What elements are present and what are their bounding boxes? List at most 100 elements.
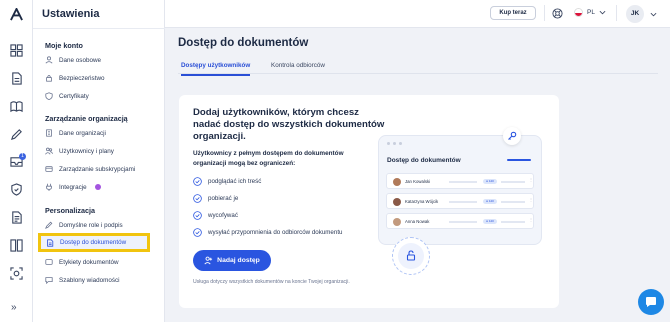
lock-icon — [46, 75, 52, 82]
feature-item: podglądać ich treść — [193, 177, 261, 186]
layout-icon[interactable] — [10, 239, 23, 252]
app-logo-icon[interactable] — [10, 8, 23, 21]
expand-chevrons-icon[interactable]: » — [11, 302, 17, 313]
sidebar-item-label: Certyfikaty — [59, 92, 89, 100]
notification-badge: 1 — [19, 153, 26, 160]
illustration-row: Katarzyna Wójcik ● 120 ⋮ — [386, 193, 534, 209]
sidebar-item-label: Szablony wiadomości — [59, 276, 120, 284]
more-icon: ⋮ — [529, 177, 533, 182]
divider — [33, 28, 165, 29]
feature-item: wysyłać przypomnienia do odbiorców dokum… — [193, 228, 342, 237]
sidebar-item-document-labels[interactable]: Etykiety dokumentów — [45, 255, 157, 269]
file-list-icon[interactable] — [10, 211, 23, 224]
sidebar-item-label: Domyślne role i podpis — [59, 221, 123, 229]
card-heading: Dodaj użytkowników, którym chcesz nadać … — [193, 107, 385, 142]
message-icon — [45, 277, 53, 284]
language-selector[interactable]: PL — [574, 8, 606, 17]
illustration-pill: ● 120 — [483, 179, 497, 184]
sidebar-item-label: Integracje — [59, 183, 87, 191]
section-personalization: Personalizacja — [45, 206, 95, 215]
feature-text: wycofywać — [208, 212, 238, 219]
dashboard-icon[interactable] — [10, 44, 23, 57]
chat-button[interactable] — [638, 289, 664, 315]
illustration-accent-bar — [507, 159, 531, 161]
sidebar-item-organization-data[interactable]: Dane organizacji — [45, 126, 157, 140]
sidebar-item-security[interactable]: Bezpieczeństwo — [45, 71, 157, 85]
illustration-name: Katarzyna Wójcik — [405, 199, 439, 204]
user-icon — [45, 56, 53, 64]
check-circle-icon — [193, 228, 202, 237]
poland-flag-icon — [574, 8, 583, 17]
building-icon — [46, 129, 52, 137]
sidebar-item-label: Dostęp do dokumentów — [60, 239, 127, 246]
sidebar-item-subscriptions[interactable]: Zarządzanie subskrypcjami — [45, 162, 157, 176]
section-my-account: Moje konto — [45, 41, 83, 50]
sidebar-item-default-roles[interactable]: Domyślne role i podpis — [45, 218, 157, 232]
book-icon[interactable] — [10, 100, 23, 113]
more-icon: ⋮ — [529, 217, 533, 222]
pen-icon[interactable] — [10, 128, 23, 141]
sidebar-item-message-templates[interactable]: Szablony wiadomości — [45, 273, 157, 287]
integration-status-dot — [94, 184, 101, 190]
user-avatar[interactable]: JK — [626, 5, 644, 23]
tag-icon — [45, 259, 53, 265]
sidebar-title: Ustawienia — [42, 8, 100, 20]
document-icon — [47, 238, 54, 247]
card-subheading: Użytkownicy z pełnym dostępem do dokumen… — [193, 150, 344, 167]
sidebar-item-label: Użytkownicy i plany — [59, 147, 114, 155]
placeholder-line — [449, 181, 477, 183]
add-user-icon — [204, 256, 213, 265]
integration-icon — [46, 183, 52, 191]
divider — [616, 5, 617, 21]
access-card: Dodaj użytkowników, którym chcesz nadać … — [179, 95, 559, 308]
signature-icon — [45, 221, 53, 229]
feature-text: wysyłać przypomnienia do odbiorców dokum… — [208, 229, 343, 236]
subscription-icon — [45, 166, 53, 172]
sidebar-item-label: Dane organizacji — [59, 129, 106, 137]
grant-access-label: Nadaj dostęp — [217, 257, 260, 264]
grant-access-button[interactable]: Nadaj dostęp — [193, 250, 271, 271]
settings-sidebar: Ustawienia Moje konto Dane osobowe Bezpi… — [33, 0, 165, 322]
key-icon — [508, 131, 517, 140]
avatar — [393, 178, 401, 186]
feature-text: pobierać je — [208, 195, 239, 202]
placeholder-line — [449, 221, 477, 223]
documents-icon[interactable] — [10, 72, 23, 85]
illustration-row: Jan Kowalski ● 120 ⋮ — [386, 173, 534, 189]
access-illustration: Dostęp do dokumentów Jan Kowalski ● 120 … — [378, 127, 544, 285]
page-title: Dostęp do dokumentów — [178, 37, 309, 49]
avatar — [393, 198, 401, 206]
illustration-window: Dostęp do dokumentów Jan Kowalski ● 120 … — [378, 135, 542, 245]
buy-now-button[interactable]: Kup teraz — [490, 6, 536, 20]
scan-icon[interactable] — [10, 267, 23, 280]
placeholder-line — [501, 181, 525, 183]
sidebar-item-integrations[interactable]: Integracje — [45, 180, 157, 194]
feature-item: wycofywać — [193, 211, 238, 220]
feature-text: podglądać ich treść — [208, 178, 262, 185]
chevron-down-icon[interactable] — [650, 11, 657, 18]
divider — [544, 5, 545, 21]
illustration-pill: ● 120 — [483, 199, 497, 204]
placeholder-line — [501, 221, 525, 223]
section-organization: Zarządzanie organizacją — [45, 114, 128, 123]
check-circle-icon — [193, 194, 202, 203]
sidebar-item-users-plans[interactable]: Użytkownicy i plany — [45, 144, 157, 158]
illustration-pill: ● 120 — [483, 219, 497, 224]
key-bubble — [503, 127, 521, 145]
illustration-title: Dostęp do dokumentów — [387, 157, 461, 164]
certificate-icon — [45, 92, 53, 100]
help-icon[interactable] — [552, 8, 563, 19]
illustration-name: Jan Kowalski — [405, 179, 431, 184]
illustration-row: Anna Nowak ● 120 ⋮ — [386, 213, 534, 229]
sidebar-item-personal-data[interactable]: Dane osobowe — [45, 53, 157, 67]
unlock-icon — [406, 250, 416, 261]
sidebar-item-certificates[interactable]: Certyfikaty — [45, 89, 157, 103]
sidebar-item-document-access[interactable]: Dostęp do dokumentów — [38, 233, 150, 252]
sidebar-item-label: Etykiety dokumentów — [59, 258, 119, 266]
placeholder-line — [449, 201, 477, 203]
shield-check-icon[interactable] — [10, 183, 23, 196]
window-dots — [387, 142, 402, 145]
placeholder-line — [501, 201, 525, 203]
lock-circle-inner — [398, 243, 424, 269]
illustration-name: Anna Nowak — [405, 219, 430, 224]
